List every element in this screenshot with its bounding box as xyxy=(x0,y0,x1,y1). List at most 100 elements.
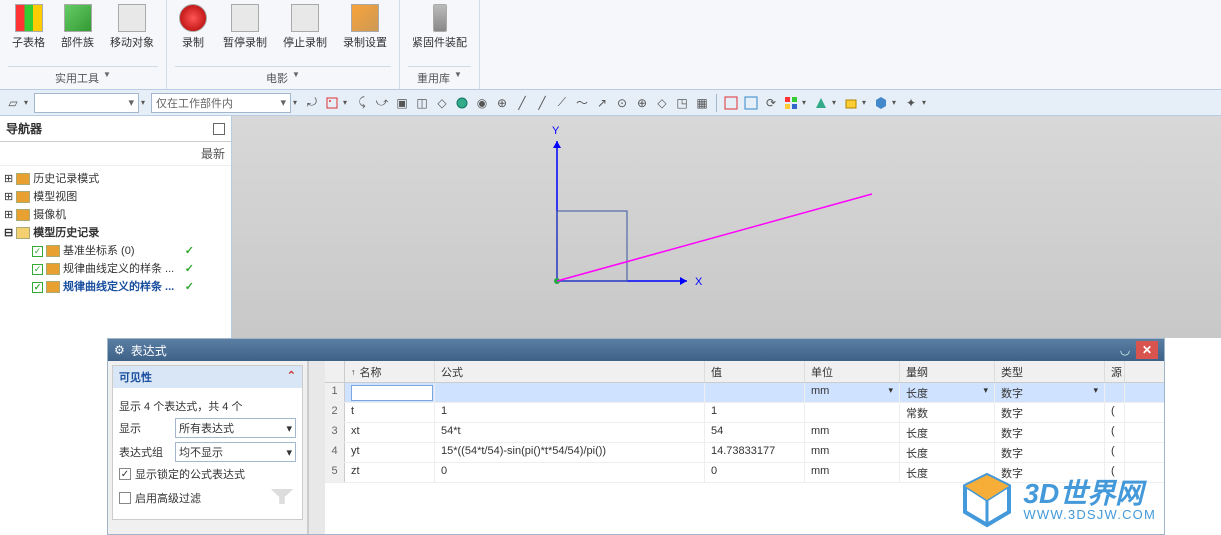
table-row[interactable]: 3xt54*t54mm长度数字( xyxy=(325,423,1164,443)
child-grid-button[interactable]: 子表格 xyxy=(8,2,49,52)
move-object-button[interactable]: 移动对象 xyxy=(106,2,158,52)
close-button[interactable]: ✕ xyxy=(1136,341,1158,359)
viewport-svg: X Y xyxy=(232,116,1221,338)
spline-icon xyxy=(46,281,60,293)
tool-icon[interactable]: ▦ xyxy=(693,94,711,112)
tool-icon[interactable]: ╱ xyxy=(533,94,551,112)
advfilter-checkbox[interactable] xyxy=(119,492,131,504)
tool-icon[interactable]: ⟋ xyxy=(553,94,571,112)
col-formula[interactable]: 公式 xyxy=(435,361,705,382)
tool-icon[interactable]: 〜 xyxy=(573,94,591,112)
tool-icon[interactable]: ◉ xyxy=(473,94,491,112)
tool-icon[interactable] xyxy=(812,94,830,112)
camera-icon xyxy=(16,209,30,221)
dd[interactable]: ▾ xyxy=(141,94,149,112)
dd[interactable]: ▾ xyxy=(802,94,810,112)
lock-checkbox[interactable]: ✓ xyxy=(119,468,131,480)
tool-icon[interactable] xyxy=(323,94,341,112)
tool-icon[interactable]: ▣ xyxy=(393,94,411,112)
grid-header: ↑名称 公式 值 单位 量纲 类型 源 xyxy=(325,361,1164,383)
tool-icon[interactable] xyxy=(722,94,740,112)
group-combo[interactable]: 均不显示▾ xyxy=(175,442,296,462)
filter-icon[interactable] xyxy=(268,486,296,506)
record-settings-button[interactable]: 录制设置 xyxy=(339,2,391,52)
tool-icon[interactable] xyxy=(842,94,860,112)
chevron-down-icon[interactable]: ▼ xyxy=(454,70,462,86)
col-type[interactable]: 类型 xyxy=(995,361,1105,382)
tool-icon[interactable] xyxy=(872,94,890,112)
tool-icon[interactable]: ◇ xyxy=(433,94,451,112)
scope-combo[interactable]: 仅在工作部件内▾ xyxy=(151,93,291,113)
tool-icon[interactable]: ↗ xyxy=(593,94,611,112)
col-src[interactable]: 源 xyxy=(1105,361,1125,382)
tool-icon[interactable] xyxy=(453,94,471,112)
tool-icon[interactable]: ⊕ xyxy=(633,94,651,112)
tool-icon[interactable]: ⤻ xyxy=(373,94,391,112)
expression-grid: ↑名称 公式 值 单位 量纲 类型 源 1 mm▾ 长度▾ 数字▾ xyxy=(325,361,1164,534)
table-row[interactable]: 4yt15*((54*t/54)-sin(pi()*t*54/54)/pi())… xyxy=(325,443,1164,463)
tool-icon[interactable] xyxy=(742,94,760,112)
chevron-down-icon[interactable]: ▼ xyxy=(292,70,300,86)
tool-icon[interactable]: ◳ xyxy=(673,94,691,112)
show-combo[interactable]: 所有表达式▾ xyxy=(175,418,296,438)
dd[interactable]: ▾ xyxy=(293,94,301,112)
checkbox[interactable]: ✓ xyxy=(32,282,43,293)
help-icon[interactable]: ◡ xyxy=(1116,341,1134,359)
label: 录制 xyxy=(182,34,204,50)
tree-node-csys[interactable]: ✓基准坐标系 (0)✓ xyxy=(2,242,229,260)
expression-titlebar[interactable]: ⚙ 表达式 ◡ ✕ xyxy=(108,339,1164,361)
tool-icon[interactable]: ⊙ xyxy=(613,94,631,112)
col-unit[interactable]: 单位 xyxy=(805,361,900,382)
dd[interactable]: ▾ xyxy=(892,94,900,112)
tree-node[interactable]: ⊟模型历史记录 xyxy=(2,224,229,242)
col-name[interactable]: ↑名称 xyxy=(345,361,435,382)
dd[interactable]: ▾ xyxy=(343,94,351,112)
col-rownum[interactable] xyxy=(325,361,345,382)
collapse-icon[interactable]: ⌃ xyxy=(287,369,296,385)
name-input[interactable] xyxy=(351,385,433,401)
group-label: 表达式组 xyxy=(119,444,171,460)
stop-record-button[interactable]: 停止录制 xyxy=(279,2,331,52)
filter-icon[interactable]: ▱ xyxy=(4,94,22,112)
checkbox[interactable]: ✓ xyxy=(32,264,43,275)
pin-icon[interactable] xyxy=(213,123,225,135)
chevron-down-icon[interactable]: ▼ xyxy=(103,70,111,86)
tool-icon[interactable]: ⊕ xyxy=(493,94,511,112)
tool-icon[interactable] xyxy=(782,94,800,112)
gear-icon: ⚙ xyxy=(114,343,125,357)
tool-icon[interactable]: ✦ xyxy=(902,94,920,112)
tree-node[interactable]: ⊞摄像机 xyxy=(2,206,229,224)
table-row[interactable]: 5zt00mm长度数字( xyxy=(325,463,1164,483)
tool-icon[interactable]: ╱ xyxy=(513,94,531,112)
tree-node[interactable]: ⊞模型视图 xyxy=(2,188,229,206)
selection-scope-combo[interactable]: ▾ xyxy=(34,93,139,113)
dd[interactable]: ▾ xyxy=(832,94,840,112)
check-icon: ✓ xyxy=(185,242,194,260)
col-dim[interactable]: 量纲 xyxy=(900,361,995,382)
grid-body: 1 mm▾ 长度▾ 数字▾ 2t11常数数字( 3xt54*t54mm长度数字(… xyxy=(325,383,1164,483)
tool-icon[interactable]: ◫ xyxy=(413,94,431,112)
tool-icon[interactable]: ⤾ xyxy=(303,94,321,112)
selection-toolbar: ▱▾ ▾ ▾ 仅在工作部件内▾ ▾ ⤾ ▾ ⤹ ⤻ ▣ ◫ ◇ ◉ ⊕ ╱ ╱ … xyxy=(0,90,1221,116)
tree-node-spline[interactable]: ✓规律曲线定义的样条 ...✓ xyxy=(2,260,229,278)
sidebar-scrollbar[interactable] xyxy=(308,361,325,534)
dd[interactable]: ▾ xyxy=(862,94,870,112)
record-button[interactable]: 录制 xyxy=(175,2,211,52)
tool-icon[interactable]: ⟳ xyxy=(762,94,780,112)
table-row[interactable]: 2t11常数数字( xyxy=(325,403,1164,423)
dd[interactable]: ▾ xyxy=(24,94,32,112)
fastener-button[interactable]: 紧固件装配 xyxy=(408,2,471,52)
pause-record-button[interactable]: 暂停录制 xyxy=(219,2,271,52)
tree-node-spline-selected[interactable]: ✓规律曲线定义的样条 ...✓ xyxy=(2,278,229,296)
tool-icon[interactable]: ◇ xyxy=(653,94,671,112)
checkbox[interactable]: ✓ xyxy=(32,246,43,257)
ribbon: 子表格 部件族 移动对象 实用工具▼ 录制 暂停录制 停止录制 录制设置 电影▼… xyxy=(0,0,1221,90)
table-row[interactable]: 1 mm▾ 长度▾ 数字▾ xyxy=(325,383,1164,403)
viewport[interactable]: X Y xyxy=(232,116,1221,338)
tool-icon[interactable]: ⤹ xyxy=(353,94,371,112)
tree-node[interactable]: ⊞历史记录模式 xyxy=(2,170,229,188)
dd[interactable]: ▾ xyxy=(922,94,930,112)
col-value[interactable]: 值 xyxy=(705,361,805,382)
nav-latest[interactable]: 最新 xyxy=(0,142,231,166)
part-family-button[interactable]: 部件族 xyxy=(57,2,98,52)
